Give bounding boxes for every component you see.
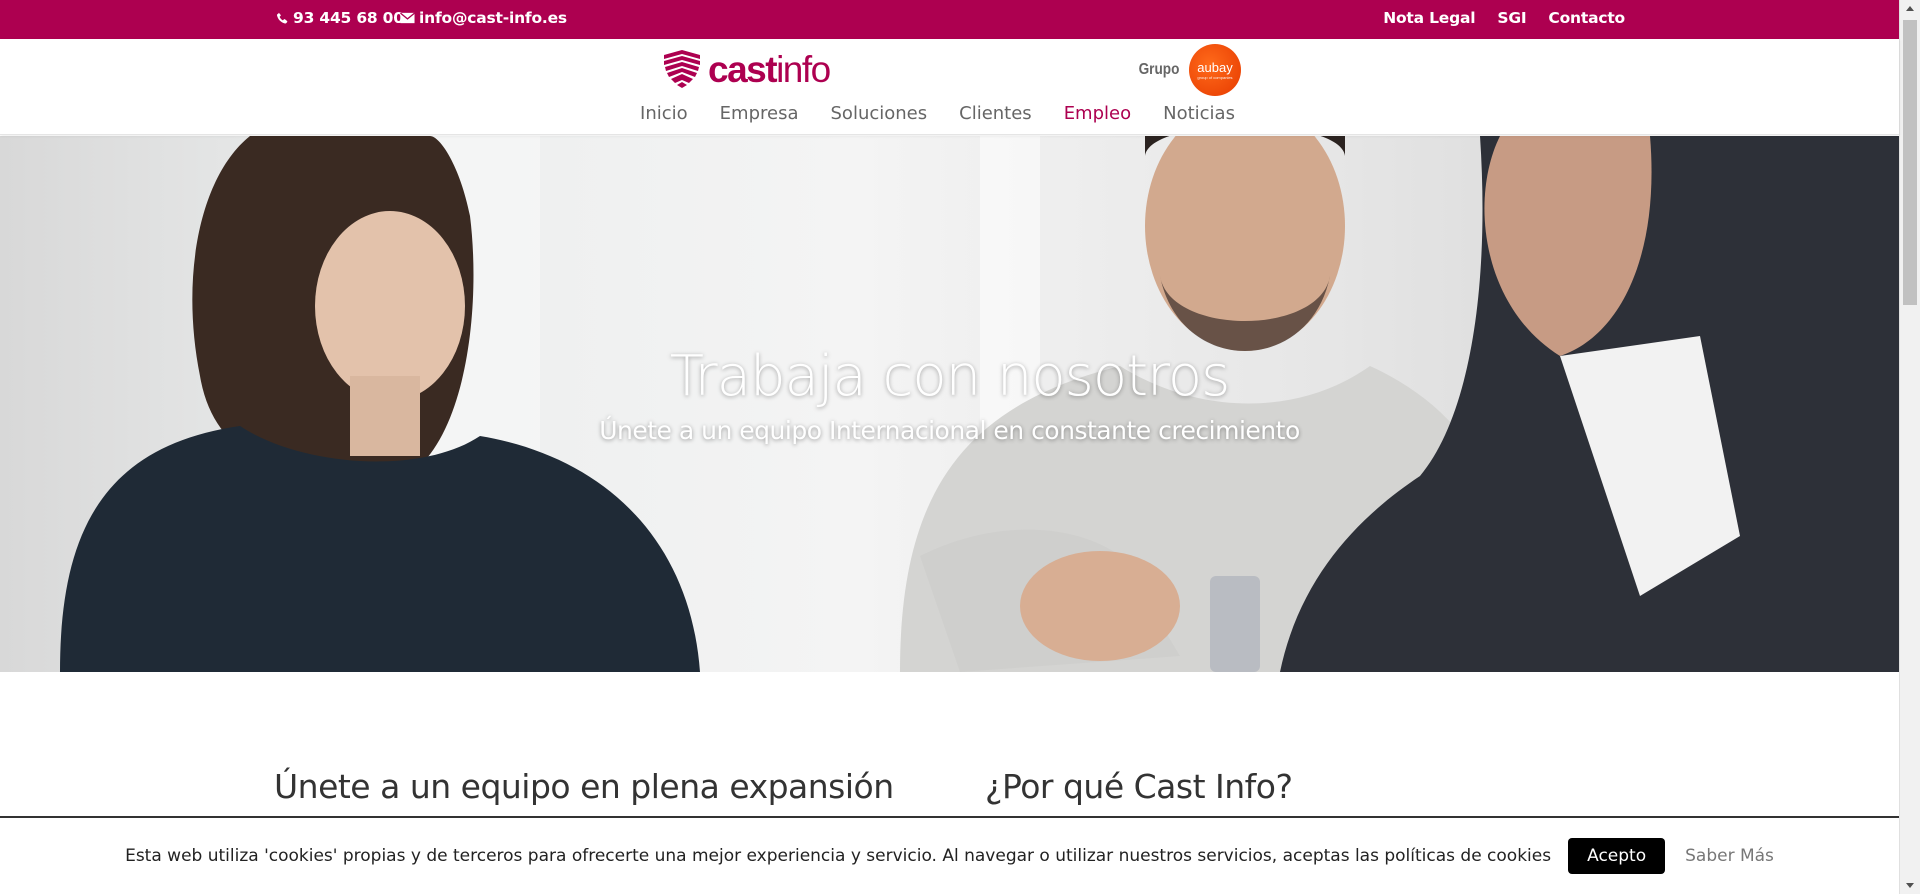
logo-cast: cast: [708, 48, 778, 90]
cookie-accept-button[interactable]: Acepto: [1568, 838, 1666, 874]
aubay-logo-text: aubay: [1197, 59, 1233, 75]
email-contact[interactable]: info@cast-info.es: [400, 9, 567, 27]
main-nav: Inicio Empresa Soluciones Clientes Emple…: [0, 103, 1899, 124]
aubay-logo-tagline: group of companies: [1197, 74, 1233, 80]
logo-info: info: [776, 48, 831, 90]
top-bar: 93 445 68 00 info@cast-info.es Nota Lega…: [0, 0, 1899, 39]
cookie-text: Esta web utiliza 'cookies' propias y de …: [125, 846, 1552, 866]
cookie-banner: Esta web utiliza 'cookies' propias y de …: [0, 816, 1899, 894]
phone-contact[interactable]: 93 445 68 00: [276, 9, 404, 27]
section-title-why: ¿Por qué Cast Info?: [985, 767, 1293, 806]
hero-title: Trabaja con nosotros: [669, 344, 1231, 409]
link-sgi[interactable]: SGI: [1497, 9, 1526, 27]
aubay-logo: aubay group of companies: [1189, 44, 1241, 96]
section-title-expansion: Únete a un equipo en plena expansión: [274, 767, 894, 806]
grupo-aubay-link[interactable]: Grupo aubay group of companies: [1135, 44, 1241, 96]
nav-soluciones[interactable]: Soluciones: [831, 103, 928, 124]
castinfo-logo-mark: [664, 50, 700, 88]
scroll-up-arrow-icon[interactable]: [1906, 6, 1914, 11]
envelope-icon: [400, 12, 415, 24]
phone-icon: [276, 12, 288, 24]
nav-noticias[interactable]: Noticias: [1163, 103, 1235, 124]
page-scrollbar[interactable]: [1899, 0, 1920, 894]
nav-clientes[interactable]: Clientes: [959, 103, 1032, 124]
hero-banner: Trabaja con nosotros Únete a un equipo I…: [0, 136, 1899, 672]
scroll-down-arrow-icon[interactable]: [1906, 883, 1914, 888]
nav-empresa[interactable]: Empresa: [720, 103, 799, 124]
nav-inicio[interactable]: Inicio: [640, 103, 688, 124]
nav-empleo[interactable]: Empleo: [1064, 103, 1131, 124]
grupo-label: Grupo: [1138, 61, 1180, 78]
site-header: castinfo Grupo aubay group of companies …: [0, 39, 1899, 135]
link-contacto[interactable]: Contacto: [1548, 9, 1625, 27]
link-nota-legal[interactable]: Nota Legal: [1383, 9, 1475, 27]
cookie-more-link[interactable]: Saber Más: [1685, 846, 1774, 866]
castinfo-logo[interactable]: castinfo: [662, 48, 831, 90]
scrollbar-thumb[interactable]: [1903, 20, 1917, 305]
hero-subtitle: Únete a un equipo Internacional en const…: [599, 416, 1300, 445]
top-links: Nota Legal SGI Contacto: [1383, 9, 1625, 27]
logo-wordmark: castinfo: [708, 48, 831, 90]
email-address: info@cast-info.es: [419, 9, 567, 27]
phone-number: 93 445 68 00: [293, 9, 404, 27]
